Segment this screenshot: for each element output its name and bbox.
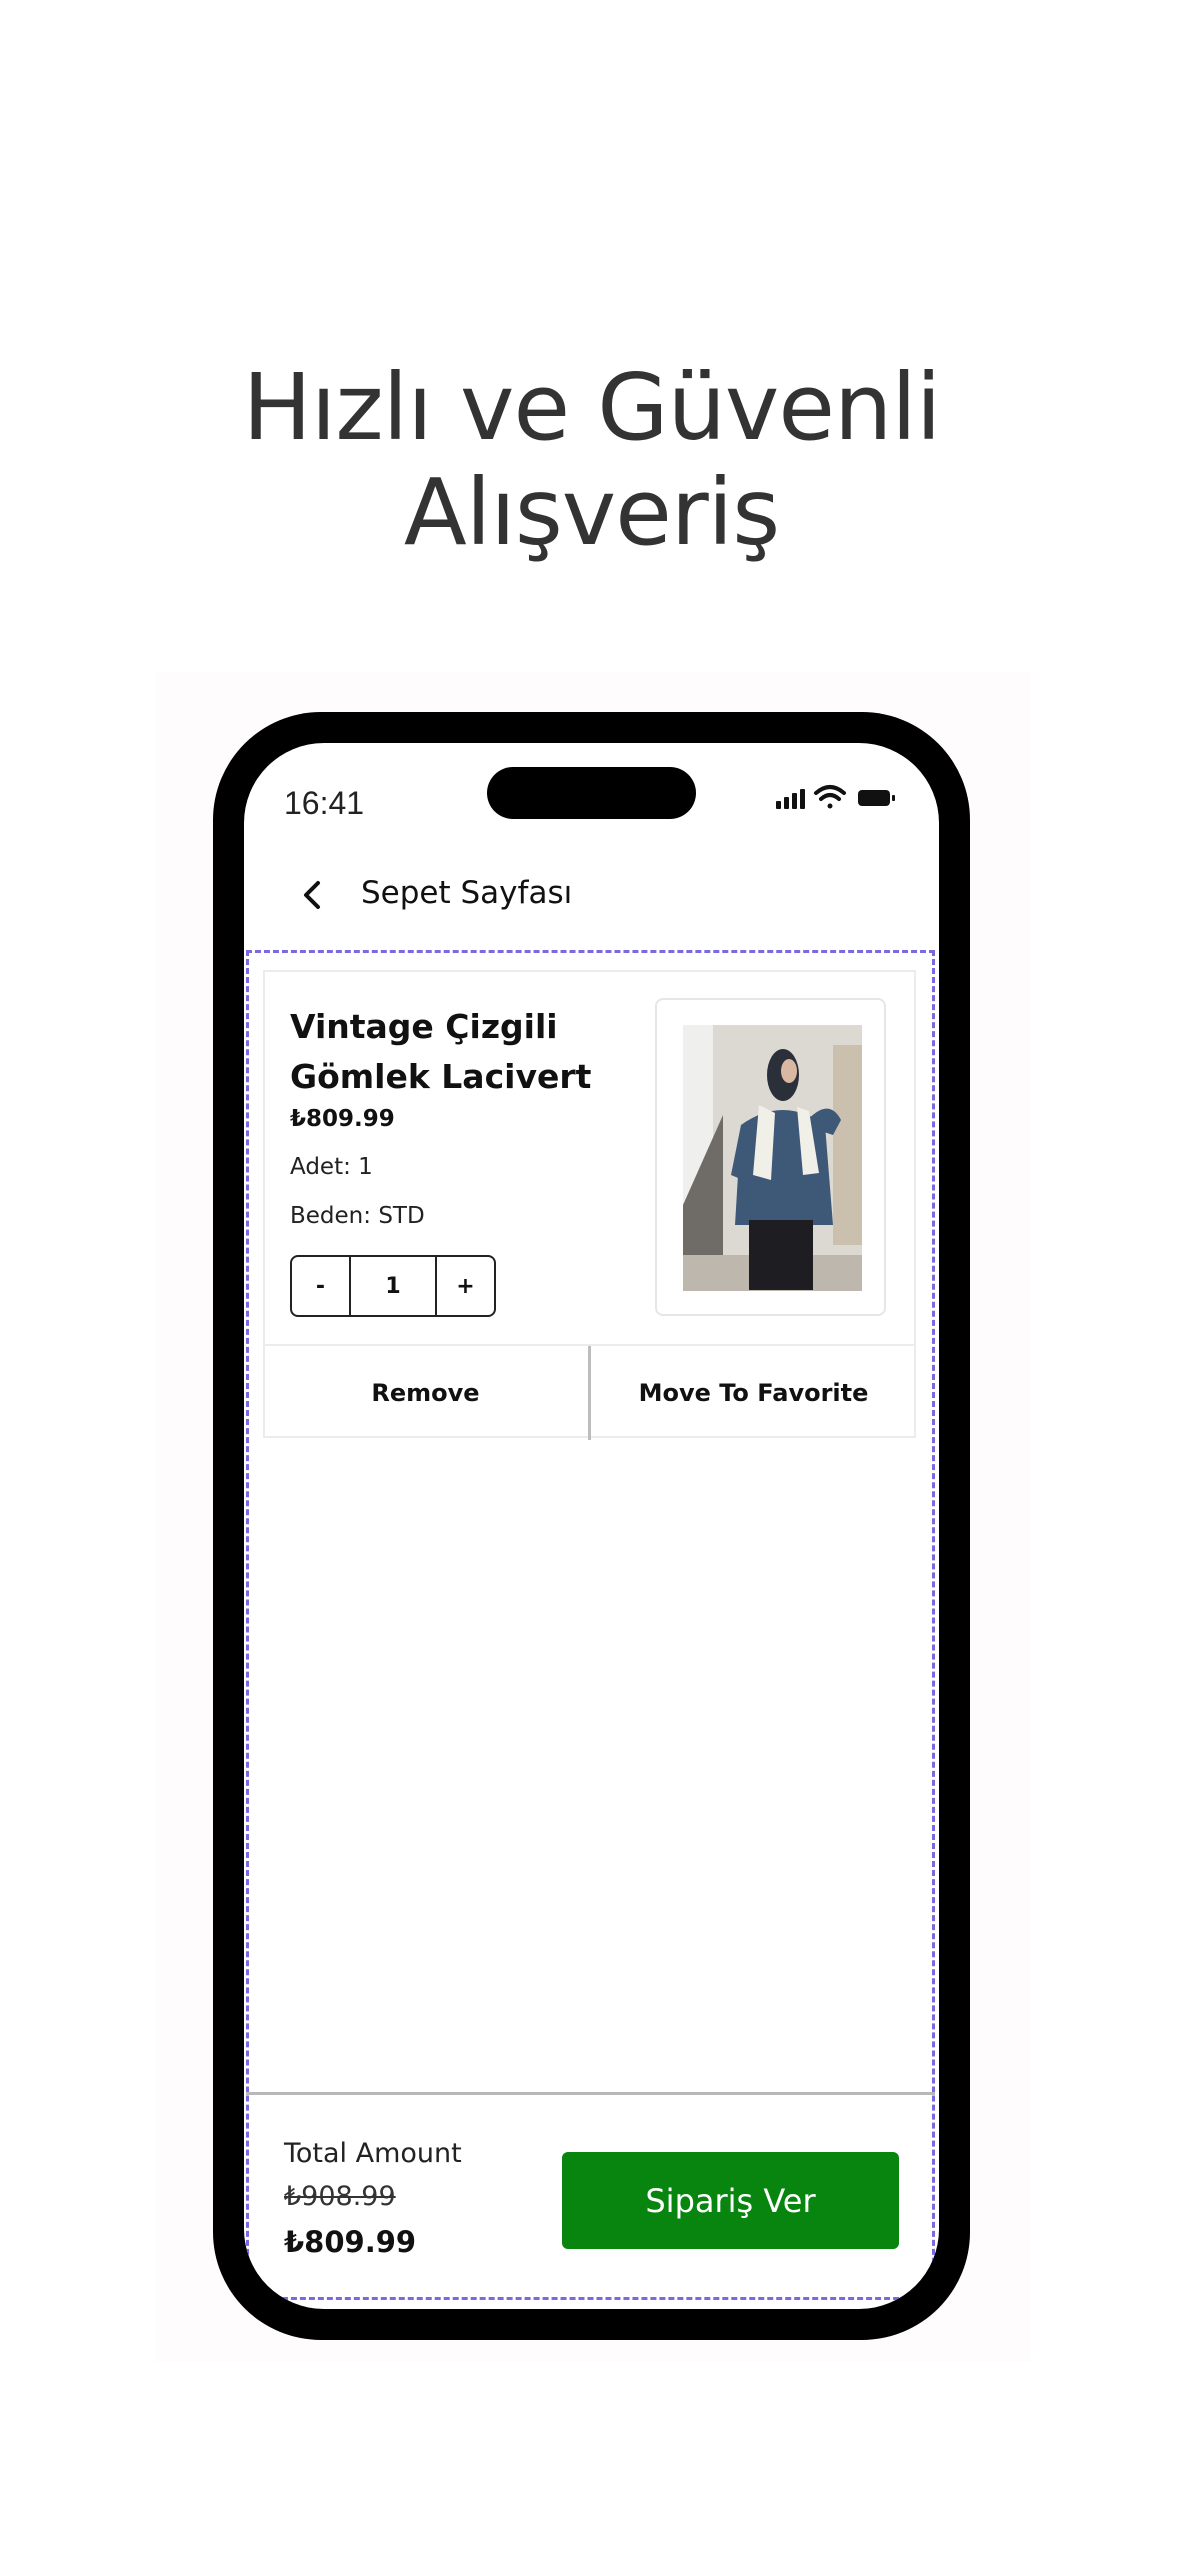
place-order-button[interactable]: Sipariş Ver <box>562 2152 899 2249</box>
decrease-quantity-button[interactable]: - <box>292 1257 349 1315</box>
headline-line-2: Alışveriş <box>403 459 780 566</box>
phone-frame: 16:41 Sepet Sayfası Vintage Çizgili Göml… <box>213 712 970 2340</box>
product-image-frame[interactable] <box>655 998 886 1316</box>
quantity-value: 1 <box>349 1257 437 1315</box>
remove-button[interactable]: Remove <box>263 1346 588 1440</box>
status-time: 16:41 <box>284 785 365 821</box>
product-size-text: Beden: STD <box>290 1203 425 1229</box>
product-price: ₺809.99 <box>290 1106 395 1132</box>
card-actions: Remove Move To Favorite <box>263 1344 916 1440</box>
total-amount-label: Total Amount <box>284 2138 462 2169</box>
product-quantity-text: Adet: 1 <box>290 1154 373 1180</box>
product-photo <box>683 1025 862 1291</box>
quantity-stepper: - 1 + <box>290 1255 496 1317</box>
summary-divider <box>246 2092 935 2095</box>
original-total: ₺908.99 <box>284 2181 396 2212</box>
wifi-icon <box>814 785 846 809</box>
status-icons <box>776 785 895 809</box>
move-to-favorite-button[interactable]: Move To Favorite <box>591 1346 916 1440</box>
promo-headline: Hızlı ve Güvenli Alışveriş <box>0 355 1183 565</box>
product-name: Vintage Çizgili Gömlek Lacivert <box>290 1007 592 1096</box>
battery-icon <box>858 790 895 806</box>
chevron-left-icon[interactable] <box>294 875 334 915</box>
headline-line-1: Hızlı ve Güvenli <box>242 354 942 461</box>
signal-icon <box>776 789 805 809</box>
final-total: ₺809.99 <box>284 2225 417 2259</box>
cart-item-card: Vintage Çizgili Gömlek Lacivert ₺809.99 … <box>263 970 916 1440</box>
page-title: Sepet Sayfası <box>361 875 573 911</box>
phone-screen: 16:41 Sepet Sayfası Vintage Çizgili Göml… <box>244 743 939 2309</box>
increase-quantity-button[interactable]: + <box>437 1257 494 1315</box>
dynamic-island <box>487 767 696 819</box>
